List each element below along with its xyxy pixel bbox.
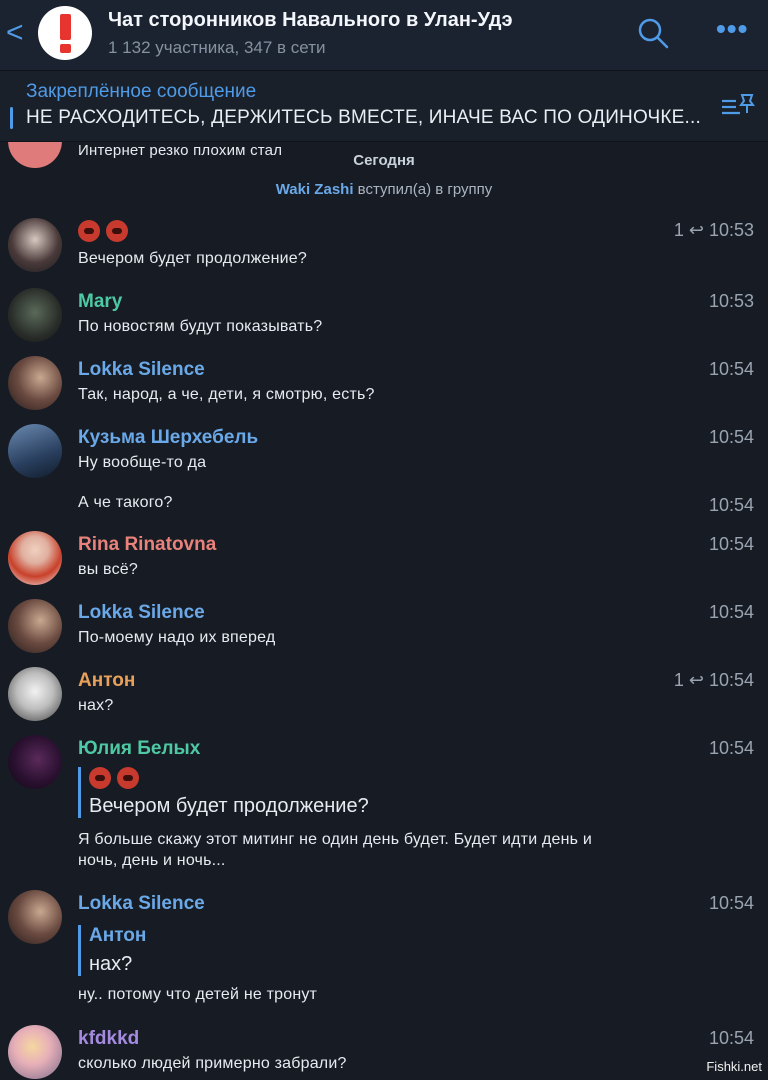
more-icon[interactable]: ••• xyxy=(716,15,750,43)
message-time: 10:54 xyxy=(708,534,754,554)
sender-name[interactable]: Rina Rinatovna xyxy=(78,534,216,556)
message-text: вы всё? xyxy=(78,561,138,578)
message-time: 10:53 xyxy=(708,291,754,311)
message-time: 10:54 xyxy=(708,495,754,515)
quote-text: нах? xyxy=(89,953,133,975)
sender-name[interactable]: Lokka Silence xyxy=(78,602,205,624)
join-notice: Waki Zashi вступил(а) в группу xyxy=(0,181,768,198)
message-meta: 1 ↩ 10:54 xyxy=(674,670,754,691)
avatar[interactable] xyxy=(8,1025,62,1079)
logo-bar xyxy=(60,14,71,40)
chat-title[interactable]: Чат сторонников Навального в Улан-Удэ xyxy=(108,9,512,32)
back-button[interactable]: < xyxy=(6,18,26,48)
message-time: 10:54 xyxy=(708,670,754,690)
chat-avatar[interactable] xyxy=(38,6,92,60)
sender-name[interactable]: Кузьма Шерхебель xyxy=(78,427,258,449)
chat-member-count: 1 132 участника, 347 в сети xyxy=(108,38,326,57)
avatar[interactable] xyxy=(8,531,62,585)
message-text: А че такого? xyxy=(78,494,173,511)
sender-name[interactable]: Антон xyxy=(78,670,135,692)
sender-name[interactable]: kfdkkd xyxy=(78,1028,139,1050)
message-text: Вечером будет продолжение? xyxy=(78,250,307,267)
message-time: 10:54 xyxy=(708,1028,754,1048)
message-text-line: Я больше скажу этот митинг не один день … xyxy=(78,831,592,848)
logo-dot xyxy=(60,44,71,53)
pinned-text: НЕ РАСХОДИТЕСЬ, ДЕРЖИТЕСЬ ВМЕСТЕ, ИНАЧЕ … xyxy=(26,107,701,128)
message-list[interactable]: Интернет резко плохим стал Сегодня Waki … xyxy=(0,142,768,1080)
avatar[interactable] xyxy=(8,667,62,721)
reply-count: 1 xyxy=(673,670,684,690)
message-text: Так, народ, а че, дети, я смотрю, есть? xyxy=(78,386,375,403)
ogre-emoji-icon xyxy=(89,767,111,789)
message-time: 10:54 xyxy=(708,602,754,622)
date-separator: Сегодня xyxy=(353,152,415,169)
sender-emoji[interactable] xyxy=(78,220,134,242)
sender-name[interactable]: Lokka Silence xyxy=(78,359,205,381)
message-time: 10:54 xyxy=(708,427,754,447)
avatar[interactable] xyxy=(8,218,62,272)
reply-quote[interactable]: Антон нах? xyxy=(78,925,146,976)
message-text: сколько людей примерно забрали? xyxy=(78,1055,347,1072)
pinned-indicator xyxy=(10,107,13,129)
pinned-title: Закреплённое сообщение xyxy=(26,81,257,102)
reply-count: 1 xyxy=(673,220,684,240)
message-text: ну.. потому что детей не тронут xyxy=(78,986,318,1003)
join-notice-text: вступил(а) в группу xyxy=(353,181,493,198)
pinned-message[interactable]: Закреплённое сообщение НЕ РАСХОДИТЕСЬ, Д… xyxy=(0,71,768,142)
message-text-line: ночь, день и ночь... xyxy=(78,852,226,869)
ogre-emoji-icon xyxy=(117,767,139,789)
avatar[interactable] xyxy=(8,890,62,944)
search-icon[interactable] xyxy=(636,16,670,50)
reply-quote[interactable]: Вечером будет продолжение? xyxy=(78,767,369,818)
sender-name[interactable]: Mary xyxy=(78,291,122,313)
reply-icon[interactable]: ↩ xyxy=(684,670,709,690)
chat-header: < Чат сторонников Навального в Улан-Удэ … xyxy=(0,0,768,71)
message-time: 10:54 xyxy=(708,893,754,913)
message-text: По новостям будут показывать? xyxy=(78,318,323,335)
sender-name[interactable]: Юлия Белых xyxy=(78,738,200,760)
avatar[interactable] xyxy=(8,424,62,478)
quote-emoji xyxy=(89,767,369,789)
message-time: 10:54 xyxy=(708,738,754,758)
message-time: 10:54 xyxy=(708,359,754,379)
pin-list-icon[interactable] xyxy=(720,91,756,121)
message-text: нах? xyxy=(78,697,114,714)
watermark: Fishki.net xyxy=(706,1059,762,1074)
join-user-name[interactable]: Waki Zashi xyxy=(276,181,354,198)
ogre-emoji-icon xyxy=(106,220,128,242)
ogre-emoji-icon xyxy=(78,220,100,242)
reply-icon[interactable]: ↩ xyxy=(684,220,709,240)
avatar[interactable] xyxy=(8,599,62,653)
avatar[interactable] xyxy=(8,356,62,410)
message-meta: 1 ↩ 10:53 xyxy=(674,220,754,241)
message-text: По-моему надо их вперед xyxy=(78,629,276,646)
message-text: Ну вообще-то да xyxy=(78,454,207,471)
avatar[interactable] xyxy=(8,735,62,789)
quote-text: Вечером будет продолжение? xyxy=(89,795,369,817)
avatar[interactable] xyxy=(8,288,62,342)
message-time: 10:53 xyxy=(708,220,754,240)
quote-sender: Антон xyxy=(89,925,147,946)
sender-name[interactable]: Lokka Silence xyxy=(78,893,205,915)
